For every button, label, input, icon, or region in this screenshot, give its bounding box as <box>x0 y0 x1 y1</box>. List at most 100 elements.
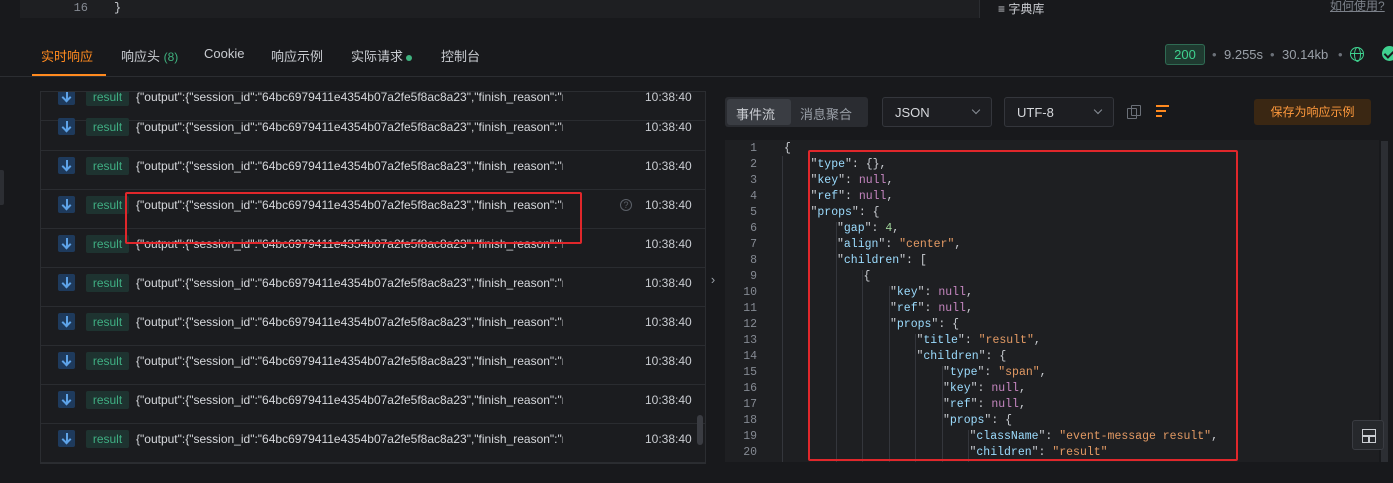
line-number: 14 <box>743 350 757 363</box>
download-icon[interactable] <box>58 196 75 213</box>
line-number: 1 <box>750 142 757 155</box>
status-dot <box>406 54 413 61</box>
line-number: 3 <box>750 174 757 187</box>
tab-label: 响应头 <box>121 49 161 64</box>
line-number: 13 <box>743 334 757 347</box>
tab-response-headers[interactable]: 响应头 (8) <box>121 46 178 65</box>
encoding-value: UTF-8 <box>1017 105 1054 120</box>
chevron-down-icon <box>971 105 981 115</box>
line-number: 2 <box>750 158 757 171</box>
download-icon[interactable] <box>58 274 75 291</box>
event-time: 10:38:40 <box>645 354 692 368</box>
event-data: {"output":{"session_id":"64bc6979411e435… <box>136 393 563 407</box>
headers-count-badge: (8) <box>163 50 179 64</box>
tab-console[interactable]: 控制台 <box>441 46 480 65</box>
event-type-tag: result <box>86 430 129 448</box>
tab-cookie[interactable]: Cookie <box>204 46 244 61</box>
body-editor-tail[interactable]: 16 } <box>20 0 980 18</box>
view-mode-switch: 事件流 消息聚合 <box>725 97 868 127</box>
dictionary-link[interactable]: ≡ 字典库 <box>998 0 1044 17</box>
line-number: 17 <box>743 398 757 411</box>
event-time: 10:38:40 <box>645 432 692 446</box>
event-row[interactable]: result {"output":{"session_id":"64bc69794… <box>41 112 705 151</box>
event-row[interactable]: result {"output":{"session_id":"64bc69794… <box>41 151 705 190</box>
event-data: {"output":{"session_id":"64bc6979411e435… <box>136 276 563 290</box>
help-icon[interactable]: ? <box>620 199 632 211</box>
collapse-panel-button[interactable]: › <box>706 270 720 290</box>
mode-event-stream[interactable]: 事件流 <box>736 104 775 123</box>
download-icon[interactable] <box>58 157 75 174</box>
separator: • <box>1338 47 1343 62</box>
format-select[interactable]: JSON <box>882 97 992 127</box>
line-number: 12 <box>743 318 757 331</box>
format-value: JSON <box>895 105 930 120</box>
event-time: 10:38:40 <box>645 315 692 329</box>
globe-icon[interactable] <box>1350 47 1364 62</box>
download-icon[interactable] <box>58 313 75 330</box>
status-code-badge: 200 <box>1165 44 1205 65</box>
download-icon[interactable] <box>58 391 75 408</box>
event-stream-list[interactable]: result {"output":{"session_id":"64bc69794… <box>40 91 706 464</box>
event-type-tag: result <box>86 196 129 214</box>
save-as-example-button[interactable]: 保存为响应示例 <box>1254 99 1371 125</box>
download-icon[interactable] <box>58 118 75 135</box>
how-to-use-link[interactable]: 如何使用? <box>1330 0 1385 14</box>
download-icon[interactable] <box>58 92 75 105</box>
chevron-down-icon <box>1093 105 1103 115</box>
response-size: 30.14kb <box>1282 47 1329 62</box>
download-icon[interactable] <box>58 352 75 369</box>
event-type-tag: result <box>86 235 129 253</box>
event-time: 10:38:40 <box>645 91 692 104</box>
event-row[interactable]: result {"output":{"session_id":"64bc69794… <box>41 346 705 385</box>
code-scrollbar[interactable] <box>1381 141 1388 462</box>
list-scrollbar[interactable] <box>697 415 703 445</box>
line-number: 5 <box>750 206 757 219</box>
event-time: 10:38:40 <box>645 393 692 407</box>
event-type-tag: result <box>86 391 129 409</box>
line-number: 9 <box>750 270 757 283</box>
separator: • <box>1270 47 1275 62</box>
download-icon[interactable] <box>58 235 75 252</box>
event-type-tag: result <box>86 274 129 292</box>
event-data: {"output":{"session_id":"64bc6979411e435… <box>136 354 563 368</box>
event-type-tag: result <box>86 118 129 136</box>
event-type-tag: result <box>86 157 129 175</box>
event-data: {"output":{"session_id":"64bc6979411e435… <box>136 432 563 446</box>
event-row[interactable]: result {"output":{"session_id":"64bc69794… <box>41 385 705 424</box>
event-row[interactable]: result {"output":{"session_id":"64bc69794… <box>41 307 705 346</box>
line-number: 16 <box>743 382 757 395</box>
event-time: 10:38:40 <box>645 198 692 212</box>
sidebar-handle[interactable] <box>0 170 4 205</box>
mode-message-merge[interactable]: 消息聚合 <box>800 104 852 123</box>
event-row[interactable]: result {"output":{"session_id":"64bc69794… <box>41 424 705 463</box>
code-text: } <box>114 1 122 15</box>
word-wrap-icon[interactable] <box>1156 104 1169 118</box>
code-line: { <box>784 142 791 155</box>
line-number: 4 <box>750 190 757 203</box>
event-data: {"output":{"session_id":"64bc6979411e435… <box>136 91 563 104</box>
download-icon[interactable] <box>58 430 75 447</box>
event-time: 10:38:40 <box>645 237 692 251</box>
line-number: 15 <box>743 366 757 379</box>
json-punctuation: { <box>784 142 791 155</box>
annotation-box <box>808 150 1238 461</box>
encoding-select[interactable]: UTF-8 <box>1004 97 1114 127</box>
event-type-tag: result <box>86 352 129 370</box>
line-number: 10 <box>743 286 757 299</box>
event-data: {"output":{"session_id":"64bc6979411e435… <box>136 120 563 134</box>
event-row[interactable]: result {"output":{"session_id":"64bc69794… <box>41 268 705 307</box>
event-data: {"output":{"session_id":"64bc6979411e435… <box>136 315 563 329</box>
line-number: 11 <box>743 302 757 315</box>
line-number: 20 <box>743 446 757 459</box>
line-number: 8 <box>750 254 757 267</box>
tab-actual-request[interactable]: 实际请求 <box>351 46 413 65</box>
line-number: 6 <box>750 222 757 235</box>
active-tab-indicator <box>32 74 106 76</box>
layout-toggle-button[interactable] <box>1352 420 1384 450</box>
check-circle-icon <box>1382 46 1393 61</box>
tab-response-example[interactable]: 响应示例 <box>271 46 323 65</box>
copy-icon[interactable] <box>1127 105 1141 119</box>
annotation-box <box>125 192 582 244</box>
tab-realtime-response[interactable]: 实时响应 <box>41 46 93 65</box>
event-time: 10:38:40 <box>645 276 692 290</box>
